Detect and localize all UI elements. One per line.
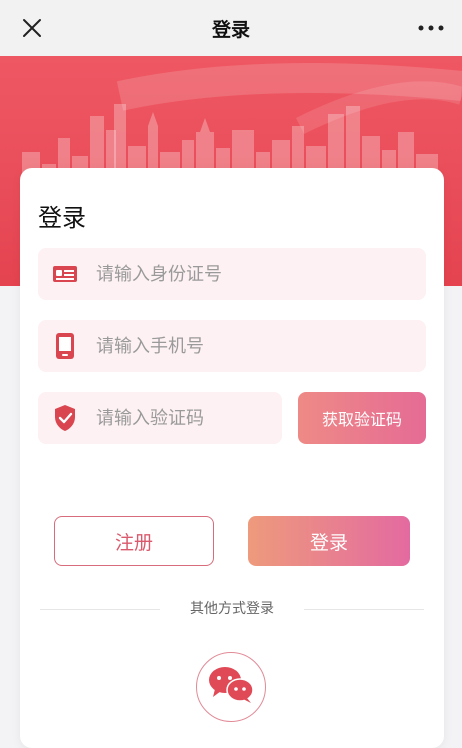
wechat-login-button[interactable] — [196, 652, 266, 722]
more-horizontal-icon[interactable] — [414, 16, 448, 40]
get-code-button[interactable]: 获取验证码 — [298, 392, 426, 444]
other-login-label: 其他方式登录 — [190, 601, 274, 617]
mobile-phone-icon — [52, 333, 78, 359]
top-navbar: 登录 — [0, 0, 462, 56]
wechat-icon — [207, 665, 255, 709]
close-icon[interactable] — [20, 16, 44, 40]
phone-field[interactable] — [38, 320, 426, 372]
other-login-divider: 其他方式登录 — [40, 598, 424, 622]
phone-input[interactable] — [94, 334, 378, 358]
register-button[interactable]: 注册 — [54, 516, 214, 566]
card-title: 登录 — [38, 204, 86, 232]
verification-code-field[interactable] — [38, 392, 282, 444]
id-card-icon — [52, 261, 78, 287]
verification-code-input[interactable] — [94, 406, 248, 430]
id-number-input[interactable] — [94, 262, 378, 286]
login-card: 登录 请输入身份证号 请输入手机号 请输入验证码 获取验证码 注册 登录 其他方… — [20, 168, 444, 748]
login-button[interactable]: 登录 — [248, 516, 410, 566]
page-title: 登录 — [211, 18, 250, 41]
divider-line-right — [304, 609, 424, 610]
shield-check-icon — [52, 405, 78, 431]
id-number-field[interactable] — [38, 248, 426, 300]
